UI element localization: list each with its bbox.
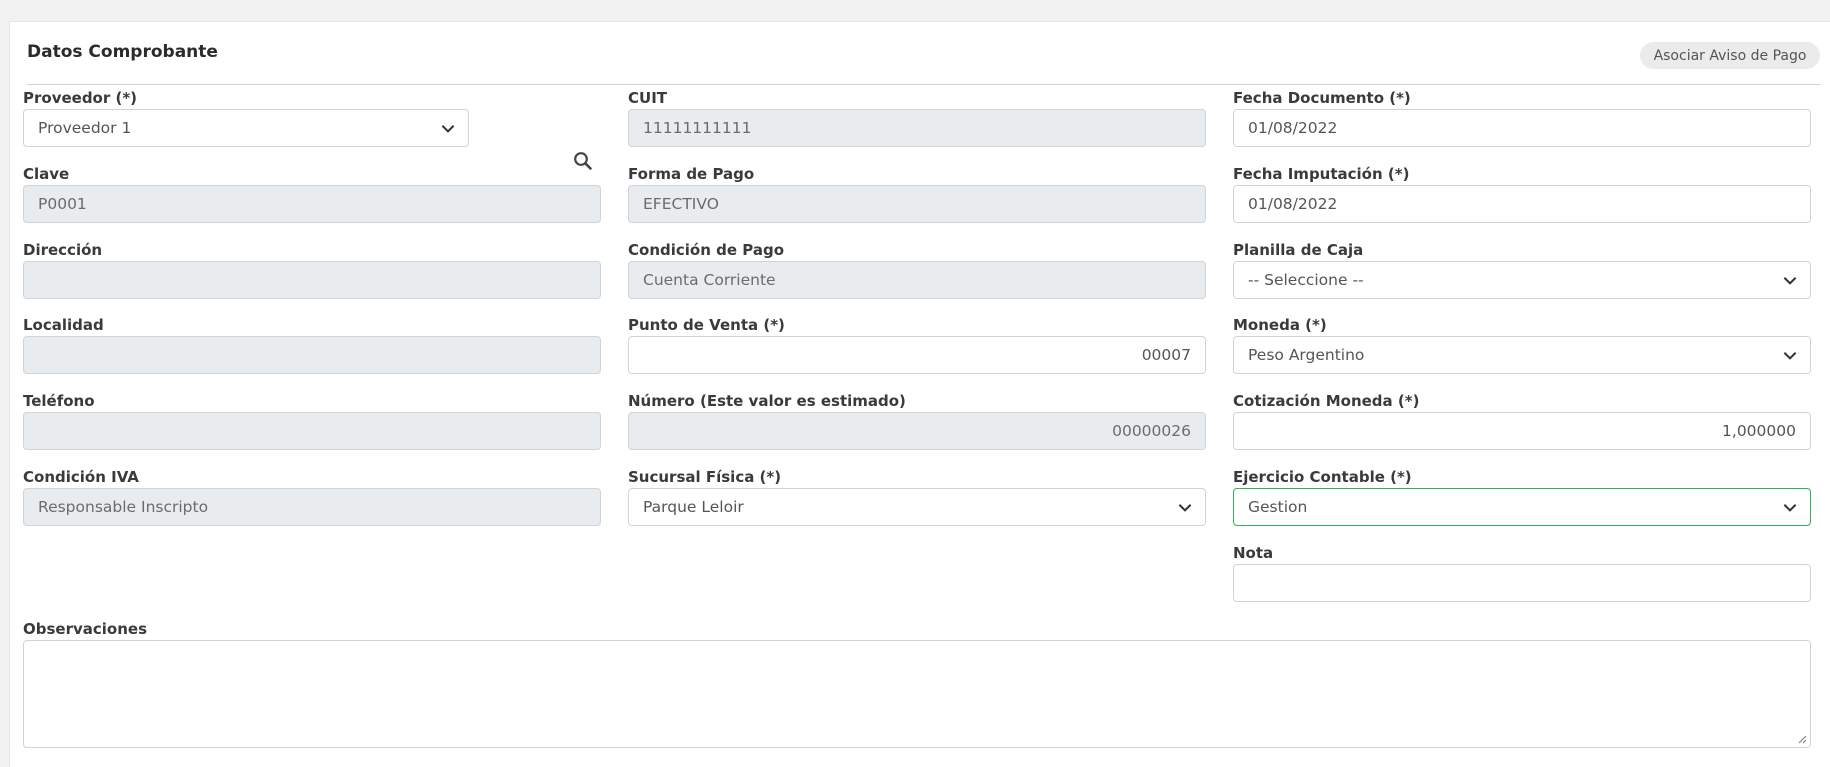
numero-field: Número (Este valor es estimado) xyxy=(628,391,1206,450)
planilla-caja-select[interactable]: -- Seleccione -- xyxy=(1233,261,1811,299)
numero-label: Número (Este valor es estimado) xyxy=(628,392,906,410)
moneda-select-wrapper: Peso Argentino xyxy=(1233,336,1811,374)
localidad-label: Localidad xyxy=(23,316,104,334)
planilla-caja-label: Planilla de Caja xyxy=(1233,241,1364,259)
fecha-documento-input[interactable] xyxy=(1233,109,1811,147)
condicion-pago-label: Condición de Pago xyxy=(628,241,784,259)
observaciones-field: Observaciones xyxy=(23,619,1811,748)
fecha-documento-label: Fecha Documento (*) xyxy=(1233,89,1411,107)
clave-field: Clave xyxy=(23,164,601,223)
direccion-field: Dirección xyxy=(23,240,601,299)
direccion-label: Dirección xyxy=(23,241,103,259)
forma-pago-label: Forma de Pago xyxy=(628,165,755,183)
cotizacion-label: Cotización Moneda (*) xyxy=(1233,392,1420,410)
telefono-field: Teléfono xyxy=(23,391,601,450)
nota-field: Nota xyxy=(1233,543,1811,602)
observaciones-wrapper xyxy=(23,640,1811,748)
telefono-input[interactable] xyxy=(23,412,601,450)
moneda-label: Moneda (*) xyxy=(1233,316,1327,334)
moneda-field: Moneda (*) Peso Argentino xyxy=(1233,315,1811,374)
localidad-input[interactable] xyxy=(23,336,601,374)
forma-pago-input[interactable] xyxy=(628,185,1206,223)
ejercicio-label: Ejercicio Contable (*) xyxy=(1233,468,1412,486)
resize-grip-icon[interactable] xyxy=(1797,734,1807,744)
cotizacion-input[interactable] xyxy=(1233,412,1811,450)
sucursal-select-wrapper: Parque Leloir xyxy=(628,488,1206,526)
proveedor-field: Proveedor (*) Proveedor 1 xyxy=(23,88,469,147)
clave-label: Clave xyxy=(23,165,70,183)
sucursal-field: Sucursal Física (*) Parque Leloir xyxy=(628,467,1206,526)
proveedor-label: Proveedor (*) xyxy=(23,89,138,107)
clave-input[interactable] xyxy=(23,185,601,223)
nota-label: Nota xyxy=(1233,544,1274,562)
panel-title: Datos Comprobante xyxy=(27,42,218,62)
fecha-imputacion-input[interactable] xyxy=(1233,185,1811,223)
ejercicio-select-wrapper: Gestion xyxy=(1233,488,1811,526)
condicion-iva-field: Condición IVA xyxy=(23,467,601,526)
proveedor-select[interactable]: Proveedor 1 xyxy=(23,109,469,147)
condicion-iva-input[interactable] xyxy=(23,488,601,526)
cuit-field: CUIT xyxy=(628,88,1206,147)
localidad-field: Localidad xyxy=(23,315,601,374)
punto-venta-label: Punto de Venta (*) xyxy=(628,316,785,334)
forma-pago-field: Forma de Pago xyxy=(628,164,1206,223)
numero-input[interactable] xyxy=(628,412,1206,450)
fecha-imputacion-label: Fecha Imputación (*) xyxy=(1233,165,1410,183)
cuit-label: CUIT xyxy=(628,89,668,107)
title-divider xyxy=(27,84,1820,85)
asociar-aviso-pago-button[interactable]: Asociar Aviso de Pago xyxy=(1640,42,1820,69)
observaciones-textarea[interactable] xyxy=(23,640,1811,748)
punto-venta-field: Punto de Venta (*) xyxy=(628,315,1206,374)
planilla-caja-field: Planilla de Caja -- Seleccione -- xyxy=(1233,240,1811,299)
condicion-pago-input[interactable] xyxy=(628,261,1206,299)
moneda-select[interactable]: Peso Argentino xyxy=(1233,336,1811,374)
fecha-imputacion-field: Fecha Imputación (*) xyxy=(1233,164,1811,223)
nota-input[interactable] xyxy=(1233,564,1811,602)
ejercicio-field: Ejercicio Contable (*) Gestion xyxy=(1233,467,1811,526)
cotizacion-field: Cotización Moneda (*) xyxy=(1233,391,1811,450)
condicion-iva-label: Condición IVA xyxy=(23,468,139,486)
condicion-pago-field: Condición de Pago xyxy=(628,240,1206,299)
planilla-caja-select-wrapper: -- Seleccione -- xyxy=(1233,261,1811,299)
punto-venta-input[interactable] xyxy=(628,336,1206,374)
fecha-documento-field: Fecha Documento (*) xyxy=(1233,88,1811,147)
sucursal-label: Sucursal Física (*) xyxy=(628,468,782,486)
cuit-input[interactable] xyxy=(628,109,1206,147)
direccion-input[interactable] xyxy=(23,261,601,299)
proveedor-select-wrapper: Proveedor 1 xyxy=(23,109,469,147)
observaciones-label: Observaciones xyxy=(23,620,148,638)
ejercicio-select[interactable]: Gestion xyxy=(1233,488,1811,526)
datos-comprobante-panel: Datos Comprobante Asociar Aviso de Pago … xyxy=(9,21,1830,767)
sucursal-select[interactable]: Parque Leloir xyxy=(628,488,1206,526)
telefono-label: Teléfono xyxy=(23,392,95,410)
